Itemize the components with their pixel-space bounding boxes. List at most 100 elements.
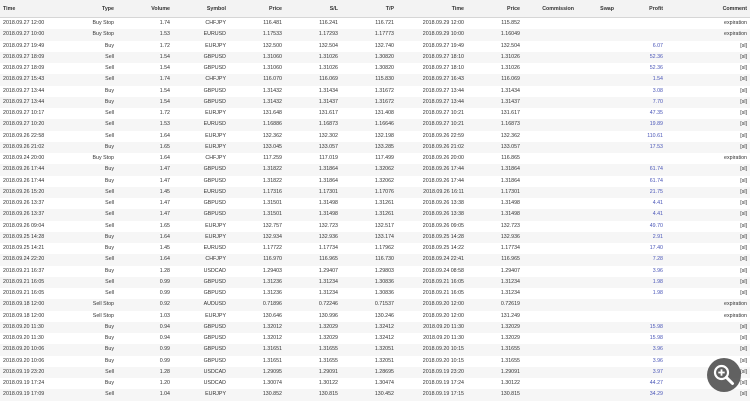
table-header-row: Time Type Volume Symbol Price S/L T/P Time Price… (0, 0, 750, 18)
table-cell: GBPUSD (203, 335, 226, 341)
table-cell: [sl] (666, 119, 750, 131)
table-cell: 116.730 (341, 254, 397, 266)
table-cell: 2018.09.29 12:00 (422, 20, 464, 26)
table-cell: [sl] (666, 209, 750, 221)
table-cell: 1.32051 (341, 344, 397, 356)
table-cell: EURJPY (205, 222, 226, 229)
table-cell: 132.362 (500, 132, 520, 139)
table-cell: 130.246 (374, 312, 394, 319)
table-row: 2018.09.20 10:06 Buy 0.99 GBPUSD 1.31651 1.31… (0, 356, 750, 367)
column-header: Volume (117, 0, 173, 18)
table-cell: 2018.09.27 13:44 (3, 87, 45, 94)
table-row: 2018.09.26 09:04 Sell 1.65 EURJPY 132.757 132… (0, 221, 750, 232)
table-cell: 2018.09.18 12:00 (3, 312, 45, 319)
zoom-button[interactable] (707, 358, 741, 392)
table-cell: 133.057 (467, 141, 523, 153)
table-cell (523, 131, 577, 142)
table-cell: 0.71896 (229, 299, 285, 311)
table-cell (617, 29, 666, 41)
table-cell: 1.28695 (341, 366, 397, 378)
table-row: 2018.09.18 12:00 Sell Stop 0.92 AUDUSD 0.718… (0, 299, 750, 311)
table-cell: [sl] (740, 245, 747, 251)
table-cell: 130.815 (285, 389, 341, 401)
table-cell: 1.30074 (262, 380, 282, 386)
table-cell: GBPUSD (203, 290, 226, 296)
table-cell: Sell (62, 389, 117, 401)
table-cell: 2018.09.26 15:20 (0, 186, 62, 198)
table-row: 2018.09.27 15:43 Sell 1.74 CHFJPY 116.070 116… (0, 74, 750, 86)
table-cell: 1.47 (159, 200, 170, 206)
table-cell: 1.31261 (374, 200, 394, 206)
table-cell (577, 288, 617, 299)
table-cell: 2018.09.25 14:28 (397, 231, 467, 243)
table-cell: 2018.09.26 09:05 (422, 222, 464, 229)
table-cell: 2018.09.26 09:04 (3, 222, 45, 229)
table-cell (617, 153, 666, 164)
table-cell: 21.75 (617, 186, 666, 198)
table-cell: Buy (62, 141, 117, 153)
table-cell: [sl] (740, 65, 747, 71)
table-cell: EURJPY (205, 42, 226, 49)
table-cell (577, 108, 617, 119)
table-cell: 2018.09.26 21:02 (0, 141, 62, 153)
table-cell: [sl] (740, 177, 747, 184)
table-cell: 1.47 (117, 209, 173, 221)
table-cell (577, 254, 617, 266)
table-row: 2018.09.26 15:20 Sell 1.45 EURUSD 1.17316 1.1… (0, 186, 750, 198)
table-cell: 1.32012 (262, 335, 282, 341)
table-cell: 2018.09.26 17:44 (397, 164, 467, 176)
table-cell: 1.98 (617, 276, 666, 288)
table-cell: 44.27 (649, 380, 663, 386)
zoom-in-icon (713, 364, 734, 385)
table-cell: 2018.09.27 18:09 (3, 65, 45, 71)
table-cell: USDCAD (203, 267, 226, 274)
table-cell: CHFJPY (173, 74, 229, 86)
table-cell: Buy (104, 245, 114, 251)
table-cell: 2018.09.27 12:00 (3, 20, 45, 26)
table-cell: 116.965 (467, 254, 523, 266)
table-cell: GBPUSD (173, 164, 229, 176)
table-cell: expiration (724, 312, 747, 319)
table-cell (577, 119, 617, 131)
table-cell: GBPUSD (203, 357, 226, 364)
table-cell: 131.408 (374, 110, 394, 116)
table-cell: 2018.09.26 17:44 (3, 177, 45, 184)
table-cell (617, 299, 666, 311)
table-cell: 115.830 (341, 74, 397, 86)
table-cell: EURJPY (205, 132, 226, 139)
table-cell: EURUSD (173, 119, 229, 131)
table-cell: 1.31432 (262, 87, 282, 94)
table-cell: 34.29 (617, 389, 666, 401)
table-cell: Sell (62, 119, 117, 131)
table-cell: 116.069 (285, 74, 341, 86)
table-cell (577, 18, 617, 30)
table-cell: 2018.09.25 14:22 (422, 245, 464, 251)
table-cell: 3.97 (617, 366, 666, 378)
table-row: 2018.09.19 23:20 Sell 1.28 USDCAD 1.29095 1.2… (0, 366, 750, 378)
table-cell: [sl] (740, 290, 747, 296)
table-cell: Sell (62, 51, 117, 63)
table-cell (523, 141, 577, 153)
table-cell: 17.40 (649, 245, 663, 251)
table-cell (577, 29, 617, 41)
table-cell: Buy (104, 42, 114, 49)
table-cell: Buy (104, 335, 114, 341)
table-cell: [sl] (666, 164, 750, 176)
table-cell: 1.31026 (318, 65, 338, 71)
table-cell: 1.64 (117, 231, 173, 243)
table-cell: Buy Stop (62, 29, 117, 41)
column-header: S/L (285, 0, 341, 18)
table-cell: Buy (62, 164, 117, 176)
table-cell (523, 41, 577, 52)
table-cell: [sl] (740, 267, 747, 274)
table-cell: 1.72 (159, 110, 170, 116)
table-cell (577, 141, 617, 153)
table-cell: 1.31651 (262, 357, 282, 364)
table-cell: GBPUSD (173, 344, 229, 356)
table-cell: expiration (666, 29, 750, 41)
table-cell: 130.852 (229, 389, 285, 401)
table-cell: 1.29091 (467, 366, 523, 378)
table-cell: 1.29095 (229, 366, 285, 378)
table-row: 2018.09.21 16:05 Sell 0.99 GBPUSD 1.31236 1.3… (0, 288, 750, 299)
table-cell: 0.99 (117, 344, 173, 356)
